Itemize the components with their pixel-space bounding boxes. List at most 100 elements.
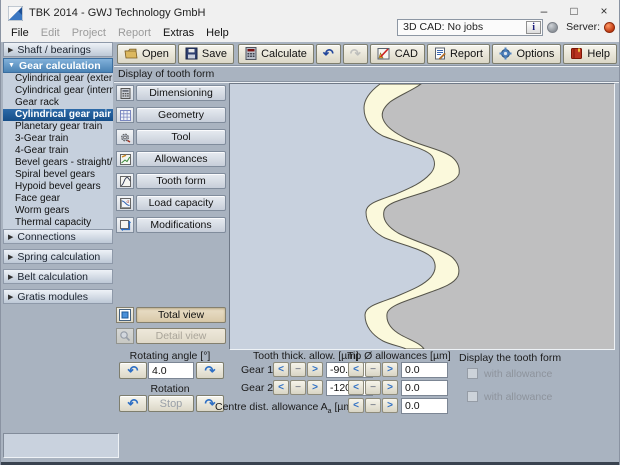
- modifications-label: Modifications: [136, 217, 226, 233]
- tooth-form-button[interactable]: Tooth form: [116, 173, 226, 189]
- tip1-decrease-button[interactable]: <: [348, 362, 364, 377]
- centre-distance-input[interactable]: [401, 398, 448, 414]
- toolbar: Open Save Calculate ↶ ↷ CAD Report Optio…: [114, 42, 619, 65]
- tip2-reset-button[interactable]: −: [365, 380, 381, 395]
- sidebar-group-shaft-bearings[interactable]: ▶ Shaft / bearings: [3, 42, 113, 57]
- calculate-button[interactable]: Calculate: [238, 43, 314, 64]
- cad-status-text: 3D CAD: No jobs: [403, 21, 484, 33]
- sidebar-group-gratis-modules[interactable]: ▶ Gratis modules: [3, 289, 113, 304]
- tip2-decrease-button[interactable]: <: [348, 380, 364, 395]
- sidebar-item-face-gear[interactable]: Face gear: [3, 193, 113, 205]
- sidebar-group-spring-calculation[interactable]: ▶ Spring calculation: [3, 249, 113, 264]
- sidebar-item-thermal-capacity[interactable]: Thermal capacity: [3, 217, 113, 229]
- tool-button[interactable]: Tool: [116, 129, 226, 145]
- tip2-value-input[interactable]: [401, 380, 448, 396]
- tooth-form-drawing: [230, 84, 614, 349]
- main-area: ▶ Shaft / bearings ▼ Gear calculation Cy…: [1, 42, 619, 462]
- sidebar-item-bevel-gears[interactable]: Bevel gears - straight/helical: [3, 157, 113, 169]
- geometry-button[interactable]: Geometry: [116, 107, 226, 123]
- load-capacity-button[interactable]: σ Load capacity: [116, 195, 226, 211]
- collapsed-arrow-icon: ▶: [8, 293, 14, 301]
- allowances-label: Allowances: [136, 151, 226, 167]
- menu-file[interactable]: File: [5, 26, 35, 40]
- collapsed-arrow-icon: ▶: [8, 253, 14, 261]
- dimensioning-button[interactable]: Dimensioning: [116, 85, 226, 101]
- save-label: Save: [201, 47, 227, 60]
- options-button[interactable]: Options: [492, 43, 562, 64]
- detail-view-magnifier-icon: [116, 328, 134, 344]
- stop-button: Stop: [148, 395, 194, 412]
- sidebar-item-cylindrical-gear-pair[interactable]: Cylindrical gear pair: [3, 109, 113, 121]
- save-button[interactable]: Save: [177, 43, 234, 64]
- total-view-button[interactable]: Total view: [116, 307, 226, 323]
- open-folder-icon: [124, 48, 138, 59]
- sidebar-item-planetary-gear-train[interactable]: Planetary gear train: [3, 121, 113, 133]
- centre-distance-label: Centre dist. allowance Aa [µm]: [215, 401, 355, 415]
- allowances-icon: [116, 151, 134, 167]
- cad-label: CAD: [394, 47, 418, 60]
- centre-decrease-button[interactable]: <: [348, 398, 364, 413]
- sidebar-item-4-gear-train[interactable]: 4-Gear train: [3, 145, 113, 157]
- sidebar-item-3-gear-train[interactable]: 3-Gear train: [3, 133, 113, 145]
- rotation-label: Rotation: [150, 383, 190, 395]
- report-document-icon: [434, 47, 446, 60]
- sidebar-group-label: Connections: [17, 230, 76, 243]
- undo-button[interactable]: ↶: [315, 43, 341, 64]
- help-book-icon: [571, 48, 583, 59]
- detail-view-label: Detail view: [136, 328, 226, 344]
- allowances-button[interactable]: Allowances: [116, 151, 226, 167]
- gear2-reset-button[interactable]: −: [290, 380, 306, 395]
- sidebar-group-label: Spring calculation: [17, 250, 101, 263]
- sidebar-group-label: Gratis modules: [17, 290, 88, 303]
- report-button[interactable]: Report: [426, 43, 490, 64]
- centre-reset-button[interactable]: −: [365, 398, 381, 413]
- gear1-increase-button[interactable]: >: [307, 362, 323, 377]
- report-label: Report: [449, 47, 483, 60]
- with-allowance-label-1: with allowance: [484, 368, 553, 380]
- redo-button: ↷: [342, 43, 368, 64]
- sidebar-item-cylindrical-gear-internal[interactable]: Cylindrical gear (internal): [3, 85, 113, 97]
- info-button[interactable]: i: [526, 20, 542, 34]
- help-label: Help: [587, 47, 610, 60]
- help-button[interactable]: Help: [563, 43, 617, 64]
- tip1-value-input[interactable]: [401, 362, 448, 378]
- open-button[interactable]: Open: [117, 43, 176, 64]
- calculate-label: Calculate: [261, 47, 307, 60]
- undo-icon: ↶: [322, 46, 334, 61]
- sidebar-group-connections[interactable]: ▶ Connections: [3, 229, 113, 244]
- centre-increase-button[interactable]: >: [382, 398, 398, 413]
- sidebar-group-belt-calculation[interactable]: ▶ Belt calculation: [3, 269, 113, 284]
- with-allowance-checkbox-1: [467, 368, 478, 379]
- rotation-ccw-button[interactable]: ↶: [119, 395, 147, 412]
- rotating-angle-input[interactable]: [148, 362, 194, 379]
- gear1-decrease-button[interactable]: <: [273, 362, 289, 377]
- sidebar-item-worm-gears[interactable]: Worm gears: [3, 205, 113, 217]
- tip1-increase-button[interactable]: >: [382, 362, 398, 377]
- menu-extras[interactable]: Extras: [157, 26, 200, 40]
- tooth-form-canvas: [229, 83, 615, 350]
- gear1-reset-button[interactable]: −: [290, 362, 306, 377]
- total-view-label: Total view: [136, 307, 226, 323]
- cad-status-cluster: 3D CAD: No jobs i Server:: [397, 18, 615, 36]
- modifications-button[interactable]: Modifications: [116, 217, 226, 233]
- sidebar-item-hypoid-bevel-gears[interactable]: Hypoid bevel gears: [3, 181, 113, 193]
- sidebar-item-gear-rack[interactable]: Gear rack: [3, 97, 113, 109]
- rotate-cw-icon: ↷: [204, 362, 216, 378]
- gear2-increase-button[interactable]: >: [307, 380, 323, 395]
- sidebar-item-spiral-bevel-gears[interactable]: Spiral bevel gears: [3, 169, 113, 181]
- tip2-increase-button[interactable]: >: [382, 380, 398, 395]
- sidebar-item-cylindrical-gear-external[interactable]: Cylindrical gear (external): [3, 73, 113, 85]
- gear2-decrease-button[interactable]: <: [273, 380, 289, 395]
- rotate-ccw-button[interactable]: ↶: [119, 362, 147, 379]
- tooth-form-icon: [116, 173, 134, 189]
- rotate-cw-button[interactable]: ↷: [196, 362, 224, 379]
- svg-text:σ: σ: [126, 199, 129, 204]
- menu-help[interactable]: Help: [200, 26, 235, 40]
- sidebar-group-gear-calculation[interactable]: ▼ Gear calculation: [3, 58, 113, 73]
- cad-button[interactable]: CAD: [369, 43, 425, 64]
- total-view-icon: [116, 307, 134, 323]
- module-button-panel: Dimensioning Geometry Tool Allowances To…: [116, 85, 226, 239]
- tip2-spinner: < − >: [348, 380, 398, 395]
- tip1-reset-button[interactable]: −: [365, 362, 381, 377]
- expanded-arrow-icon: ▼: [8, 62, 15, 69]
